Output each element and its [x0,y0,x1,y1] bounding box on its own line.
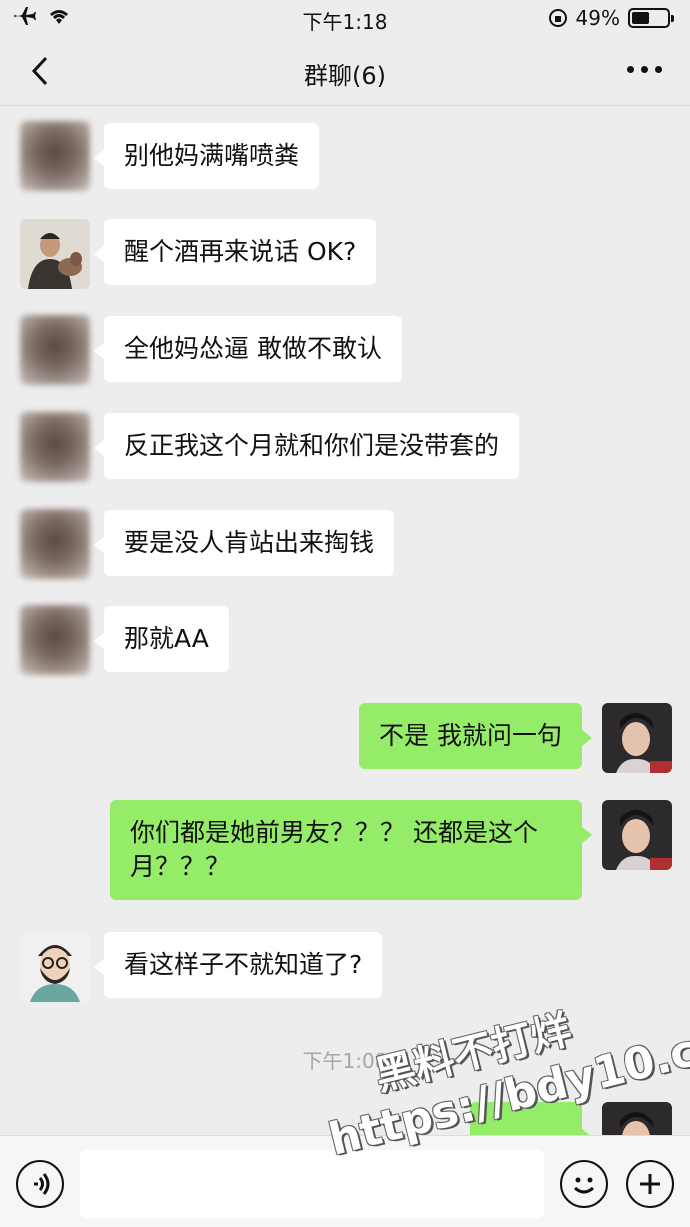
self-portrait-avatar-icon [602,703,672,773]
message-bubble-outgoing[interactable] [470,1102,592,1135]
message-bubble[interactable]: 要是没人肯站出来掏钱 [93,510,395,576]
message-bubble[interactable]: 看这样子不就知道了? [93,932,383,998]
self-portrait-avatar-icon [602,800,672,870]
avatar[interactable] [20,219,90,289]
self-avatar[interactable] [602,703,672,773]
chat-area[interactable]: 别他妈满嘴喷粪 醒个酒再来说话 OK? 全他妈怂逼 敢做不敢认 反正我这个月就和… [0,107,690,1135]
battery-percent: 49% [575,6,620,30]
avatar[interactable] [20,121,90,191]
timestamp: 下午1:08 [302,1049,388,1073]
message-bubble[interactable]: 醒个酒再来说话 OK? [93,219,377,285]
add-more-icon[interactable] [626,1160,674,1208]
nav-bar: 群聊(6) [0,36,690,106]
self-avatar[interactable] [602,800,672,870]
message-input[interactable] [80,1150,544,1218]
input-bar [0,1135,690,1227]
message-bubble-outgoing[interactable]: 不是 我就问一句 [359,703,592,769]
self-portrait-avatar-icon [602,1102,672,1135]
voice-input-icon[interactable] [16,1160,64,1208]
message-bubble-outgoing[interactable]: 你们都是她前男友？？？ 还都是这个月？？？ [110,800,592,900]
avatar[interactable] [20,509,90,579]
self-avatar[interactable] [602,1102,672,1135]
battery-fill [632,12,649,24]
message-bubble[interactable]: 别他妈满嘴喷粪 [93,123,320,189]
avatar[interactable] [20,605,90,675]
status-bar: 下午1:18 49% [0,0,690,36]
chat-title: 群聊(6) [304,62,386,90]
message-bubble[interactable]: 反正我这个月就和你们是没带套的 [93,413,520,479]
emoji-icon[interactable] [560,1160,608,1208]
battery-icon [628,8,674,28]
orientation-lock-icon [548,9,567,27]
message-bubble[interactable]: 全他妈怂逼 敢做不敢认 [94,316,402,382]
more-options-icon[interactable] [627,66,662,73]
avatar[interactable] [20,315,90,385]
status-right: 49% [548,6,674,30]
avatar[interactable] [20,412,90,482]
bearded-man-cartoon-avatar-icon [20,932,90,1002]
man-with-dog-avatar-icon [20,219,90,289]
avatar[interactable] [20,932,90,1002]
message-bubble[interactable]: 那就AA [94,606,229,672]
